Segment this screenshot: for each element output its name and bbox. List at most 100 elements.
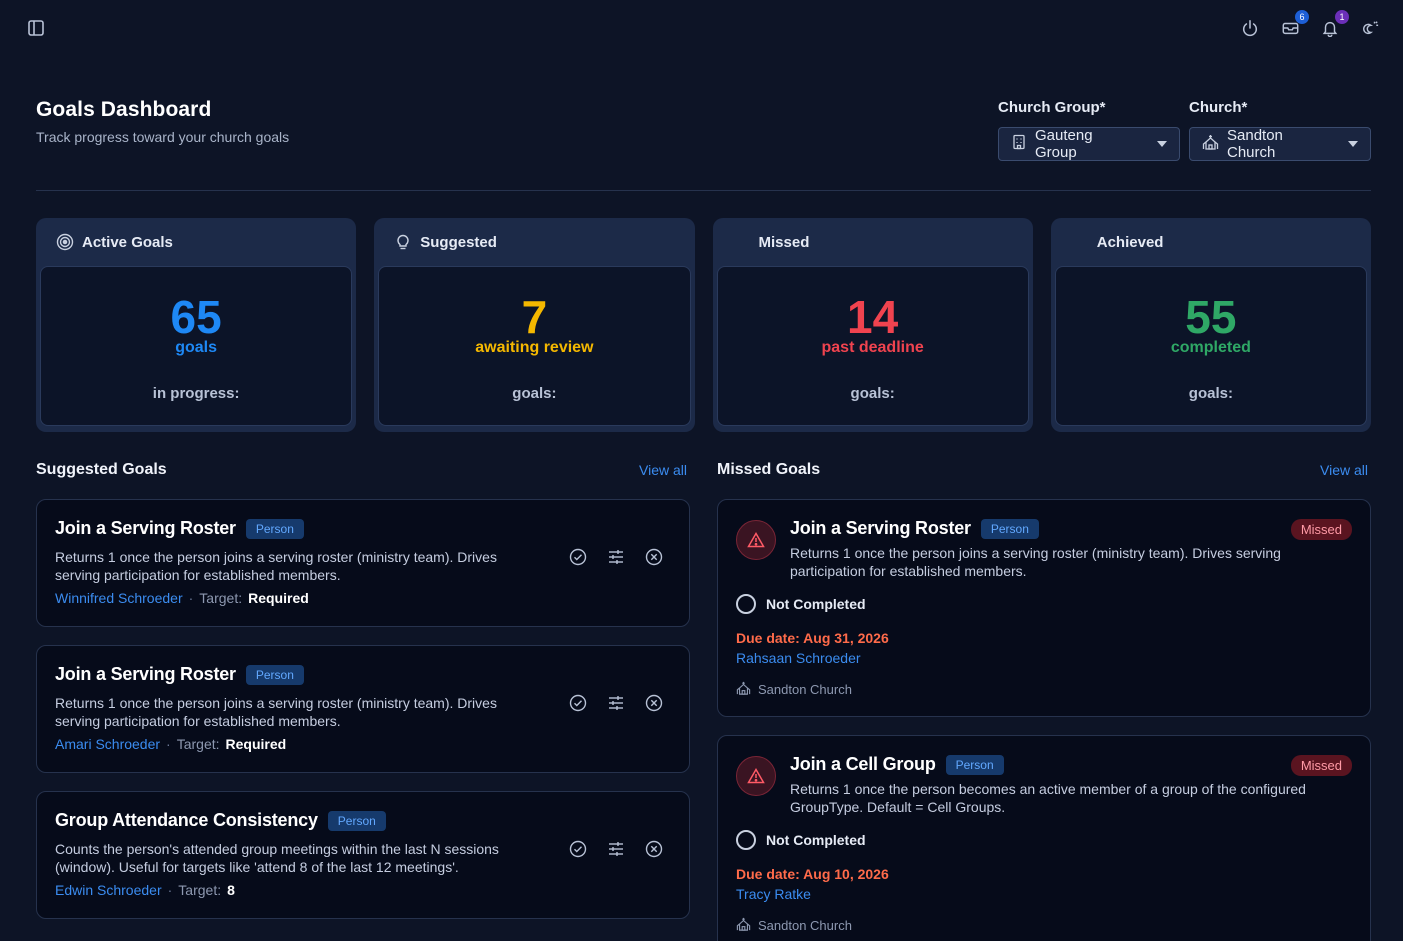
top-bar: 6 1 bbox=[0, 0, 1403, 56]
dismiss-x-icon[interactable] bbox=[645, 548, 663, 566]
stat-card-missed[interactable]: Missed 14 past deadline goals: bbox=[712, 218, 1033, 432]
power-icon[interactable] bbox=[1239, 16, 1261, 40]
goal-description: Returns 1 once the person joins a servin… bbox=[55, 695, 497, 729]
goal-type-badge: Person bbox=[245, 518, 304, 539]
stat-label: Missed bbox=[758, 233, 810, 251]
chevron-down-icon bbox=[1157, 141, 1167, 147]
completion-status: Not Completed bbox=[766, 832, 866, 848]
target-value: Required bbox=[225, 736, 287, 752]
goal-person-link[interactable]: Edwin Schroeder bbox=[55, 882, 162, 898]
missed-view-all-link[interactable]: View all bbox=[1320, 462, 1368, 478]
goal-title: Group Attendance Consistency bbox=[55, 810, 318, 830]
adjust-sliders-icon[interactable] bbox=[607, 548, 625, 566]
missed-status-badge: Missed bbox=[1290, 519, 1352, 540]
church-group-filter: Church Group* Gauteng Group bbox=[998, 99, 1180, 161]
goal-person-link[interactable]: Tracy Ratke bbox=[736, 886, 811, 902]
church-label: Church* bbox=[1189, 99, 1248, 116]
missed-icon bbox=[733, 233, 751, 251]
stat-foot: goals: bbox=[850, 385, 895, 402]
goal-description: Returns 1 once the person joins a servin… bbox=[55, 549, 497, 583]
goal-title: Join a Serving Roster bbox=[790, 518, 971, 538]
accept-check-icon[interactable] bbox=[569, 548, 587, 566]
church-filter: Church* Sandton Church bbox=[1189, 99, 1371, 161]
target-label: Target: bbox=[176, 736, 220, 752]
accept-check-icon[interactable] bbox=[569, 840, 587, 858]
goal-type-badge: Person bbox=[945, 754, 1004, 775]
church-name: Sandton Church bbox=[758, 682, 852, 697]
stat-foot: in progress: bbox=[152, 385, 240, 402]
stat-label: Suggested bbox=[420, 233, 497, 251]
meta-separator: · bbox=[188, 590, 194, 606]
goal-title: Join a Cell Group bbox=[790, 754, 936, 774]
church-info: Sandton Church bbox=[736, 917, 852, 934]
goal-type-badge: Person bbox=[245, 664, 304, 685]
completion-radio[interactable] bbox=[736, 594, 756, 614]
notifications-badge: 1 bbox=[1335, 10, 1349, 24]
church-icon bbox=[1202, 134, 1219, 154]
stat-card-suggested[interactable]: Suggested 7 awaiting review goals: bbox=[374, 218, 695, 432]
adjust-sliders-icon[interactable] bbox=[607, 694, 625, 712]
target-icon bbox=[56, 233, 74, 251]
page-title: Goals Dashboard bbox=[36, 98, 212, 121]
stat-value: 65 bbox=[170, 291, 222, 343]
stat-sub: goals bbox=[175, 339, 218, 356]
stat-value: 55 bbox=[1185, 291, 1237, 343]
page-header: Goals Dashboard Track progress toward yo… bbox=[36, 98, 289, 145]
goal-description: Returns 1 once the person joins a servin… bbox=[790, 545, 1281, 579]
due-date: Due date: Aug 31, 2026 bbox=[736, 630, 889, 646]
building-icon bbox=[1011, 134, 1027, 154]
completion-status: Not Completed bbox=[766, 596, 866, 612]
missed-goal-card: Join a Cell Group Person Missed Returns … bbox=[717, 735, 1371, 941]
stat-sub: awaiting review bbox=[475, 339, 594, 356]
stat-sub: completed bbox=[1170, 339, 1251, 356]
stat-sub: past deadline bbox=[821, 339, 924, 356]
dismiss-x-icon[interactable] bbox=[645, 694, 663, 712]
suggested-view-all-link[interactable]: View all bbox=[639, 462, 687, 478]
adjust-sliders-icon[interactable] bbox=[607, 840, 625, 858]
chevron-down-icon bbox=[1348, 141, 1358, 147]
stat-value: 7 bbox=[521, 291, 548, 343]
stat-foot: goals: bbox=[512, 385, 557, 402]
church-group-label: Church Group* bbox=[998, 99, 1106, 116]
stats-row: Active Goals 65 goals in progress: Sugge… bbox=[36, 218, 1371, 432]
church-info: Sandton Church bbox=[736, 681, 852, 698]
suggested-goal-card: Join a Serving Roster Person Returns 1 o… bbox=[36, 645, 690, 773]
theme-toggle-icon[interactable] bbox=[1359, 16, 1381, 40]
stat-label: Achieved bbox=[1096, 233, 1164, 251]
target-label: Target: bbox=[178, 882, 222, 898]
achieved-icon bbox=[1071, 233, 1089, 251]
due-date: Due date: Aug 10, 2026 bbox=[736, 866, 889, 882]
inbox-icon[interactable]: 6 bbox=[1279, 10, 1309, 40]
bell-icon[interactable]: 1 bbox=[1319, 10, 1349, 40]
completion-radio[interactable] bbox=[736, 830, 756, 850]
missed-goal-card: Join a Serving Roster Person Missed Retu… bbox=[717, 499, 1371, 717]
target-value: Required bbox=[248, 590, 309, 606]
suggested-goal-card: Group Attendance Consistency Person Coun… bbox=[36, 791, 690, 919]
goal-type-badge: Person bbox=[327, 810, 386, 831]
target-value: 8 bbox=[227, 882, 235, 898]
goal-person-link[interactable]: Rahsaan Schroeder bbox=[736, 650, 861, 666]
sidebar-toggle-icon[interactable] bbox=[26, 18, 46, 38]
suggested-goals-title: Suggested Goals bbox=[36, 461, 167, 478]
goal-description: Counts the person's attended group meeti… bbox=[55, 841, 499, 875]
goal-person-link[interactable]: Winnifred Schroeder bbox=[55, 590, 183, 606]
inbox-badge: 6 bbox=[1295, 10, 1309, 24]
target-label: Target: bbox=[199, 590, 243, 606]
warning-icon bbox=[736, 520, 776, 560]
church-group-value: Gauteng Group bbox=[1035, 127, 1093, 161]
church-value: Sandton Church bbox=[1227, 127, 1283, 161]
lightbulb-icon bbox=[394, 233, 412, 251]
meta-separator: · bbox=[167, 882, 173, 898]
goal-title: Join a Serving Roster bbox=[55, 664, 236, 684]
stat-card-active[interactable]: Active Goals 65 goals in progress: bbox=[36, 218, 357, 432]
dismiss-x-icon[interactable] bbox=[645, 840, 663, 858]
missed-goals-title: Missed Goals bbox=[717, 461, 821, 478]
accept-check-icon[interactable] bbox=[569, 694, 587, 712]
church-select[interactable]: Sandton Church bbox=[1189, 127, 1371, 161]
church-name: Sandton Church bbox=[758, 918, 852, 933]
missed-status-badge: Missed bbox=[1290, 755, 1352, 776]
stat-card-achieved[interactable]: Achieved 55 completed goals: bbox=[1050, 218, 1371, 432]
church-group-select[interactable]: Gauteng Group bbox=[998, 127, 1180, 161]
warning-icon bbox=[736, 756, 776, 796]
goal-person-link[interactable]: Amari Schroeder bbox=[55, 736, 160, 752]
